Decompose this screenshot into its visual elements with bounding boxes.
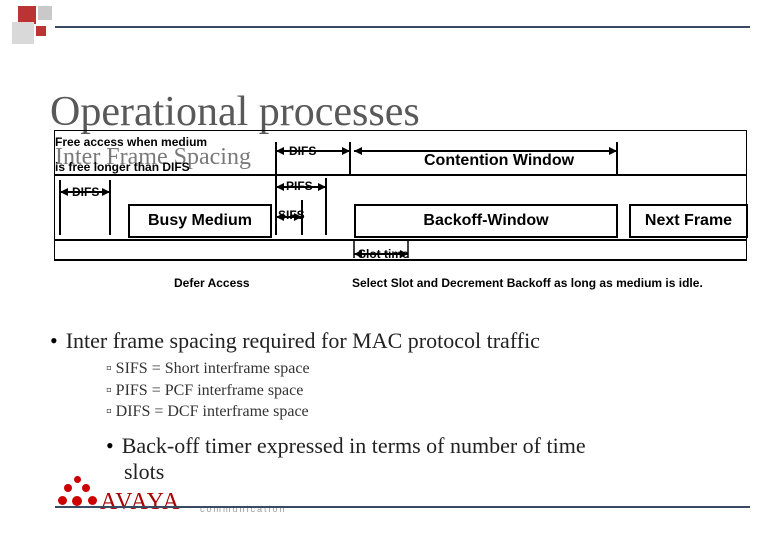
slot-time-label: Slot time	[358, 247, 409, 261]
bottom-rule	[55, 506, 750, 508]
slide: Operational processes Free access when m…	[0, 0, 780, 540]
contention-window-label: Contention Window	[424, 152, 574, 170]
difs-label-top: DIFS	[289, 144, 316, 158]
pifs-label: PIFS	[286, 179, 313, 193]
avaya-logo: AVAYA	[58, 476, 181, 516]
sub-1: SIFS = Short interframe space	[106, 358, 750, 380]
busy-medium-box: Busy Medium	[128, 204, 272, 238]
deco-square	[36, 26, 46, 36]
bullet-1: •Inter frame spacing required for MAC pr…	[50, 328, 750, 354]
avaya-wordmark: AVAYA	[100, 489, 181, 516]
sifs-label: SIFS	[278, 208, 305, 222]
sub-3: DIFS = DCF interframe space	[106, 401, 750, 423]
deco-square	[38, 6, 52, 20]
next-frame-box: Next Frame	[629, 204, 748, 238]
deco-square	[12, 22, 34, 44]
top-rule	[55, 26, 750, 28]
backoff-window-box: Backoff-Window	[354, 204, 618, 238]
ifs-diagram: DIFS Contention Window DIFS PIFS SIFS Sl…	[54, 130, 747, 300]
sublist: SIFS = Short interframe space PIFS = PCF…	[106, 358, 750, 423]
bullet-2-text-1: Back-off timer expressed in terms of num…	[122, 433, 586, 458]
avaya-logo-icon	[58, 476, 98, 516]
defer-access-label: Defer Access	[174, 276, 250, 290]
sub-2: PIFS = PCF interframe space	[106, 380, 750, 402]
bullet-1-text: Inter frame spacing required for MAC pro…	[66, 328, 540, 353]
bullet-2: •Back-off timer expressed in terms of nu…	[106, 433, 750, 459]
bullet-2-cont: slots	[124, 459, 750, 485]
slide-title: Operational processes	[50, 88, 420, 136]
body-text: •Inter frame spacing required for MAC pr…	[50, 322, 750, 489]
select-slot-label: Select Slot and Decrement Backoff as lon…	[352, 276, 703, 290]
difs-label-left: DIFS	[72, 185, 99, 199]
